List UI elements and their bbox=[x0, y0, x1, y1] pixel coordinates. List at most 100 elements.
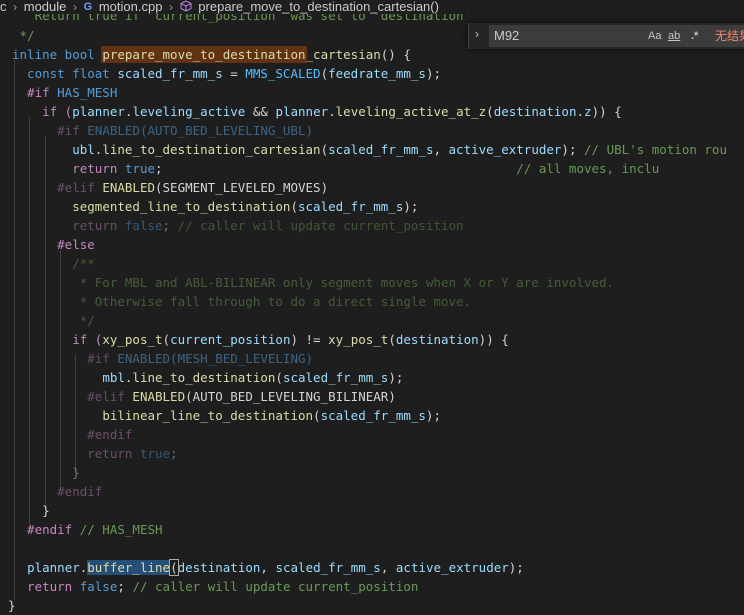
punctuation: ); bbox=[425, 66, 441, 81]
search-match-highlight: prepare_move_to_destination bbox=[101, 46, 307, 63]
code-line: #else bbox=[12, 235, 95, 254]
punctuation: ); bbox=[425, 408, 441, 423]
function-name: line_to_destination bbox=[132, 370, 276, 385]
code-line: planner.buffer_line(destination, scaled_… bbox=[12, 558, 524, 577]
keyword: true bbox=[139, 446, 171, 461]
code-line: */ bbox=[12, 311, 95, 330]
punctuation: . bbox=[576, 104, 585, 119]
punctuation: ( bbox=[313, 408, 321, 423]
variable: leveling_active bbox=[132, 104, 246, 119]
code-line: return false; // caller will update curr… bbox=[12, 577, 418, 596]
variable: destination bbox=[177, 560, 261, 575]
variable: destination bbox=[493, 104, 577, 119]
comment-text: // UBL's motion rou bbox=[584, 142, 727, 157]
macro: SEGMENT_LEVELED_MOVES bbox=[162, 180, 321, 195]
variable: destination bbox=[395, 332, 479, 347]
code-line: return false; // caller will update curr… bbox=[12, 216, 463, 235]
operator: && bbox=[245, 104, 276, 119]
code-line: bilinear_line_to_destination(scaled_fr_m… bbox=[12, 406, 441, 425]
punctuation: ( bbox=[388, 332, 396, 347]
chevron-right-icon: › bbox=[73, 0, 78, 14]
preprocessor: #endif bbox=[12, 427, 133, 442]
whole-word-toggle[interactable]: ab bbox=[668, 28, 680, 44]
preprocessor: #elif bbox=[12, 389, 133, 404]
code-line: return true; // all moves, inclu bbox=[12, 159, 659, 178]
chevron-right-icon: › bbox=[169, 0, 174, 14]
macro: MMS_SCALED bbox=[245, 66, 321, 81]
variable: feedrate_mm_s bbox=[328, 66, 426, 81]
keyword: if ( bbox=[12, 332, 103, 347]
code-line: * Otherwise fall through to do a direct … bbox=[12, 292, 471, 311]
variable: scaled_fr_mm_s bbox=[282, 370, 389, 385]
code-line: /** bbox=[12, 254, 95, 273]
code-line: const float scaled_fr_mm_s = MMS_SCALED(… bbox=[12, 64, 441, 83]
operator: ) != bbox=[290, 332, 329, 347]
selected-text[interactable]: buffer_line bbox=[87, 560, 171, 575]
punctuation: } bbox=[12, 503, 50, 518]
breadcrumb-folder[interactable]: module bbox=[24, 0, 67, 14]
punctuation: ); bbox=[561, 142, 584, 157]
code-line: #endif // HAS_MESH bbox=[12, 520, 163, 539]
keyword: const float bbox=[12, 66, 118, 81]
function-name: ENABLED bbox=[132, 389, 186, 404]
function-name: leveling_active_at_z bbox=[335, 104, 487, 119]
function-name: line_to_destination_cartesian bbox=[102, 142, 321, 157]
variable: mbl bbox=[102, 370, 125, 385]
keyword: inline bool bbox=[12, 47, 103, 62]
punctuation: , bbox=[380, 560, 396, 575]
function-name: segmented_line_to_destination bbox=[72, 199, 291, 214]
punctuation: ); bbox=[388, 370, 404, 385]
variable: scaled_fr_mm_s bbox=[298, 199, 404, 214]
punctuation: ( bbox=[486, 104, 494, 119]
breadcrumb: c › module › G motion.cpp › prepare_move… bbox=[0, 0, 744, 14]
preprocessor: #if bbox=[12, 351, 118, 366]
preprocessor: #if bbox=[12, 85, 58, 100]
punctuation: ) bbox=[320, 180, 329, 195]
punctuation: ; bbox=[162, 218, 178, 233]
code-line: #endif bbox=[12, 425, 132, 444]
function-name: xy_pos_t bbox=[102, 332, 163, 347]
punctuation: } bbox=[8, 598, 16, 613]
preprocessor: #endif bbox=[12, 484, 103, 499]
breadcrumb-file[interactable]: motion.cpp bbox=[99, 0, 163, 14]
toggle-replace-chevron-icon[interactable]: › bbox=[475, 27, 479, 41]
find-result-status: 无结果 bbox=[715, 29, 744, 43]
comment-text: /** bbox=[12, 256, 95, 271]
preprocessor: #else bbox=[12, 237, 95, 252]
variable: scaled_fr_mm_s bbox=[320, 408, 426, 423]
text-cursor: ( bbox=[169, 559, 179, 576]
keyword: return bbox=[12, 161, 125, 176]
find-input[interactable] bbox=[489, 25, 744, 47]
breadcrumb-symbol[interactable]: prepare_move_to_destination_cartesian() bbox=[198, 0, 439, 14]
keyword: return bbox=[12, 446, 140, 461]
punctuation: ; bbox=[155, 161, 163, 176]
code-line: if (xy_pos_t(current_position) != xy_pos… bbox=[12, 330, 509, 349]
inactive-macro: ENABLED(MESH_BED_LEVELING) bbox=[117, 351, 314, 366]
variable: planner bbox=[275, 104, 329, 119]
find-widget: › Aa ab .* 无结果 bbox=[468, 23, 744, 49]
punctuation: () { bbox=[380, 47, 411, 62]
variable: planner bbox=[72, 104, 125, 119]
code-line: } bbox=[8, 596, 16, 615]
variable: scaled_fr_mm_s bbox=[275, 560, 381, 575]
match-case-toggle[interactable]: Aa bbox=[648, 28, 661, 44]
comment-text: // caller will update current_position bbox=[132, 579, 419, 594]
punctuation: ( bbox=[290, 199, 298, 214]
breadcrumb-root[interactable]: c bbox=[0, 0, 7, 14]
regex-toggle[interactable]: .* bbox=[691, 28, 698, 44]
punctuation: )) { bbox=[478, 332, 509, 347]
punctuation: , bbox=[260, 560, 276, 575]
preprocessor: #if bbox=[12, 123, 88, 138]
code-editor[interactable]: Return true if 'current_position' was se… bbox=[0, 0, 744, 613]
code-line: */ bbox=[12, 26, 35, 45]
code-line: #elif ENABLED(SEGMENT_LEVELED_MOVES) bbox=[12, 178, 328, 197]
code-line: inline bool prepare_move_to_destination_… bbox=[12, 45, 411, 64]
code-line: * For MBL and ABL-BILINEAR only segment … bbox=[12, 273, 614, 292]
keyword: if ( bbox=[12, 104, 73, 119]
comment-text: // HAS_MESH bbox=[79, 522, 163, 537]
punctuation: ( bbox=[162, 332, 171, 347]
punctuation: } bbox=[12, 465, 80, 480]
function-name: ENABLED bbox=[102, 180, 155, 195]
